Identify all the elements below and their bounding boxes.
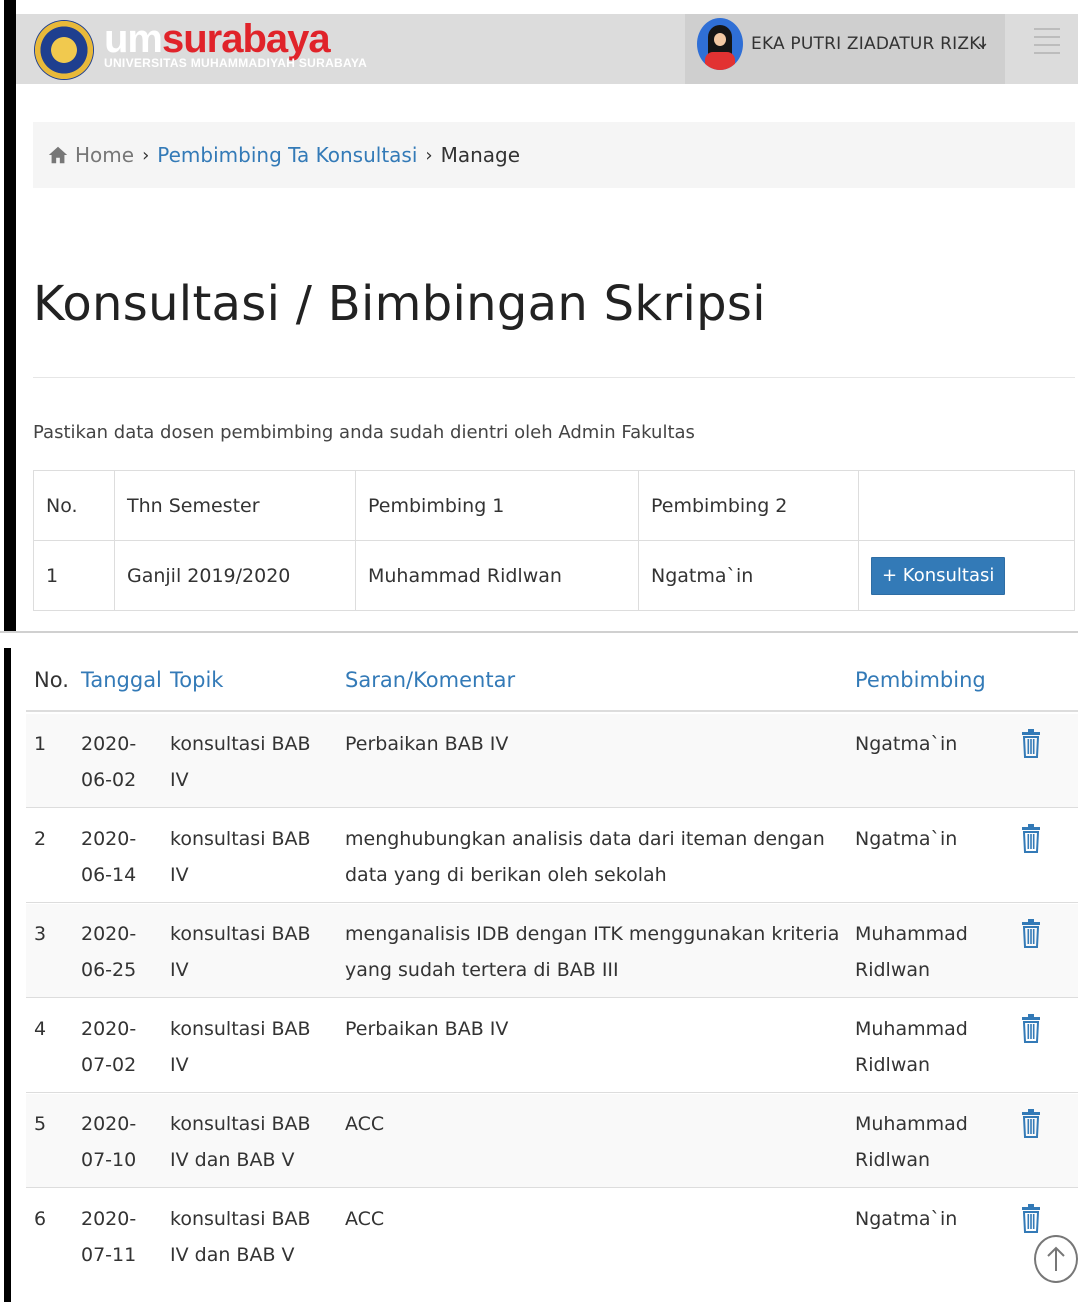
cell-topik: konsultasi BAB IV dan BAB V (170, 1113, 311, 1171)
cell-pembimbing2: Ngatma`in (638, 540, 859, 611)
university-seal-logo[interactable] (34, 20, 94, 80)
konsultasi-table-header: No. Tanggal Topik Saran/Komentar Pembimb… (26, 660, 1078, 712)
col-header-pembimbing2: Pembimbing 2 (638, 470, 859, 541)
notice-text: Pastikan data dosen pembimbing anda suda… (33, 422, 695, 443)
pembimbing-table: No. Thn Semester Pembimbing 1 Pembimbing… (33, 470, 1075, 611)
arrow-up-icon (1047, 1246, 1065, 1271)
sort-pembimbing-link[interactable]: Pembimbing (855, 668, 986, 692)
breadcrumb: Home › Pembimbing Ta Konsultasi › Manage (33, 122, 1075, 188)
cell-action: + Konsultasi (858, 540, 1075, 611)
trash-icon[interactable] (1021, 823, 1041, 853)
cell-tanggal: 2020-06-02 (81, 733, 137, 791)
cell-tanggal: 2020-06-25 (81, 923, 137, 981)
cell-saran: Perbaikan BAB IV (345, 733, 509, 755)
logo-surabaya-text: surabaya (162, 17, 331, 61)
cell-tanggal: 2020-07-10 (81, 1113, 137, 1171)
cell-no: 1 (33, 540, 115, 611)
page-title: Konsultasi / Bimbingan Skripsi (33, 276, 766, 332)
cell-no: 1 (34, 733, 47, 755)
trash-icon[interactable] (1021, 1108, 1041, 1138)
title-divider (33, 377, 1075, 378)
user-name: EKA PUTRI ZIADATUR RIZKI (751, 34, 986, 54)
trash-icon[interactable] (1021, 1013, 1041, 1043)
trash-icon[interactable] (1021, 1203, 1041, 1233)
col-header-action (858, 470, 1075, 541)
cell-pembimbing1: Muhammad Ridlwan (355, 540, 639, 611)
sort-tanggal-link[interactable]: Tanggal (81, 668, 162, 692)
left-edge-bar-lower (4, 648, 11, 1302)
left-edge-bar (4, 0, 16, 633)
hamburger-icon[interactable] (1034, 28, 1060, 54)
cell-no: 4 (34, 1018, 47, 1040)
cell-topik: konsultasi BAB IV (170, 1018, 311, 1076)
home-icon (48, 146, 68, 164)
cell-saran: Perbaikan BAB IV (345, 1018, 509, 1040)
cell-saran: menganalisis IDB dengan ITK menggunakan … (345, 923, 840, 981)
table-row: 1 Ganjil 2019/2020 Muhammad Ridlwan Ngat… (33, 540, 1075, 611)
cell-saran: ACC (345, 1208, 385, 1230)
avatar (697, 18, 743, 70)
table-row: 4 2020-07-02 konsultasi BAB IV Perbaikan… (26, 999, 1078, 1093)
cell-no: 5 (34, 1113, 47, 1135)
cell-no: 3 (34, 923, 47, 945)
cell-tanggal: 2020-07-11 (81, 1208, 137, 1266)
cell-tanggal: 2020-06-14 (81, 828, 137, 886)
table-row: 2 2020-06-14 konsultasi BAB IV menghubun… (26, 809, 1078, 903)
breadcrumb-current: Manage (440, 143, 521, 167)
breadcrumb-separator: › (142, 144, 150, 166)
cell-semester: Ganjil 2019/2020 (114, 540, 356, 611)
user-menu[interactable]: EKA PUTRI ZIADATUR RIZKI ⌄ (685, 14, 1005, 84)
table-row: 3 2020-06-25 konsultasi BAB IV menganali… (26, 904, 1078, 998)
scroll-top-button[interactable] (1034, 1235, 1078, 1283)
col-header-no: No. (34, 668, 69, 692)
cell-topik: konsultasi BAB IV (170, 828, 311, 886)
table-row: 5 2020-07-10 konsultasi BAB IV dan BAB V… (26, 1094, 1078, 1188)
cell-no: 6 (34, 1208, 47, 1230)
add-konsultasi-button[interactable]: + Konsultasi (871, 556, 1006, 595)
trash-icon[interactable] (1021, 918, 1041, 948)
cell-pembimbing: Ngatma`in (855, 828, 958, 850)
cell-no: 2 (34, 828, 47, 850)
cell-pembimbing: Muhammad Ridlwan (855, 923, 968, 981)
breadcrumb-home-link[interactable]: Home (75, 143, 134, 167)
cell-topik: konsultasi BAB IV (170, 733, 311, 791)
cell-pembimbing: Ngatma`in (855, 733, 958, 755)
table-header-row: No. Thn Semester Pembimbing 1 Pembimbing… (33, 470, 1075, 541)
top-header: umsurabaya UNIVERSITAS MUHAMMADIYAH SURA… (16, 14, 1078, 84)
logo-subtitle: UNIVERSITAS MUHAMMADIYAH SURABAYA (104, 56, 368, 70)
logo-um-text: um (104, 17, 163, 61)
cell-pembimbing: Muhammad Ridlwan (855, 1113, 968, 1171)
cell-pembimbing: Muhammad Ridlwan (855, 1018, 968, 1076)
table-row: 6 2020-07-11 konsultasi BAB IV dan BAB V… (26, 1189, 1078, 1283)
breadcrumb-separator: › (425, 144, 433, 166)
sort-topik-link[interactable]: Topik (170, 668, 223, 692)
col-header-pembimbing1: Pembimbing 1 (355, 470, 639, 541)
cell-tanggal: 2020-07-02 (81, 1018, 137, 1076)
chevron-down-icon: ⌄ (975, 32, 991, 53)
breadcrumb-pembimbing-link[interactable]: Pembimbing Ta Konsultasi (157, 143, 417, 167)
panel-separator (0, 631, 1078, 633)
table-row: 1 2020-06-02 konsultasi BAB IV Perbaikan… (26, 714, 1078, 808)
cell-topik: konsultasi BAB IV dan BAB V (170, 1208, 311, 1266)
sort-saran-link[interactable]: Saran/Komentar (345, 668, 515, 692)
cell-saran: menghubungkan analisis data dari iteman … (345, 828, 825, 886)
cell-saran: ACC (345, 1113, 385, 1135)
trash-icon[interactable] (1021, 728, 1041, 758)
col-header-no: No. (33, 470, 115, 541)
cell-pembimbing: Ngatma`in (855, 1208, 958, 1230)
col-header-semester: Thn Semester (114, 470, 356, 541)
cell-topik: konsultasi BAB IV (170, 923, 311, 981)
